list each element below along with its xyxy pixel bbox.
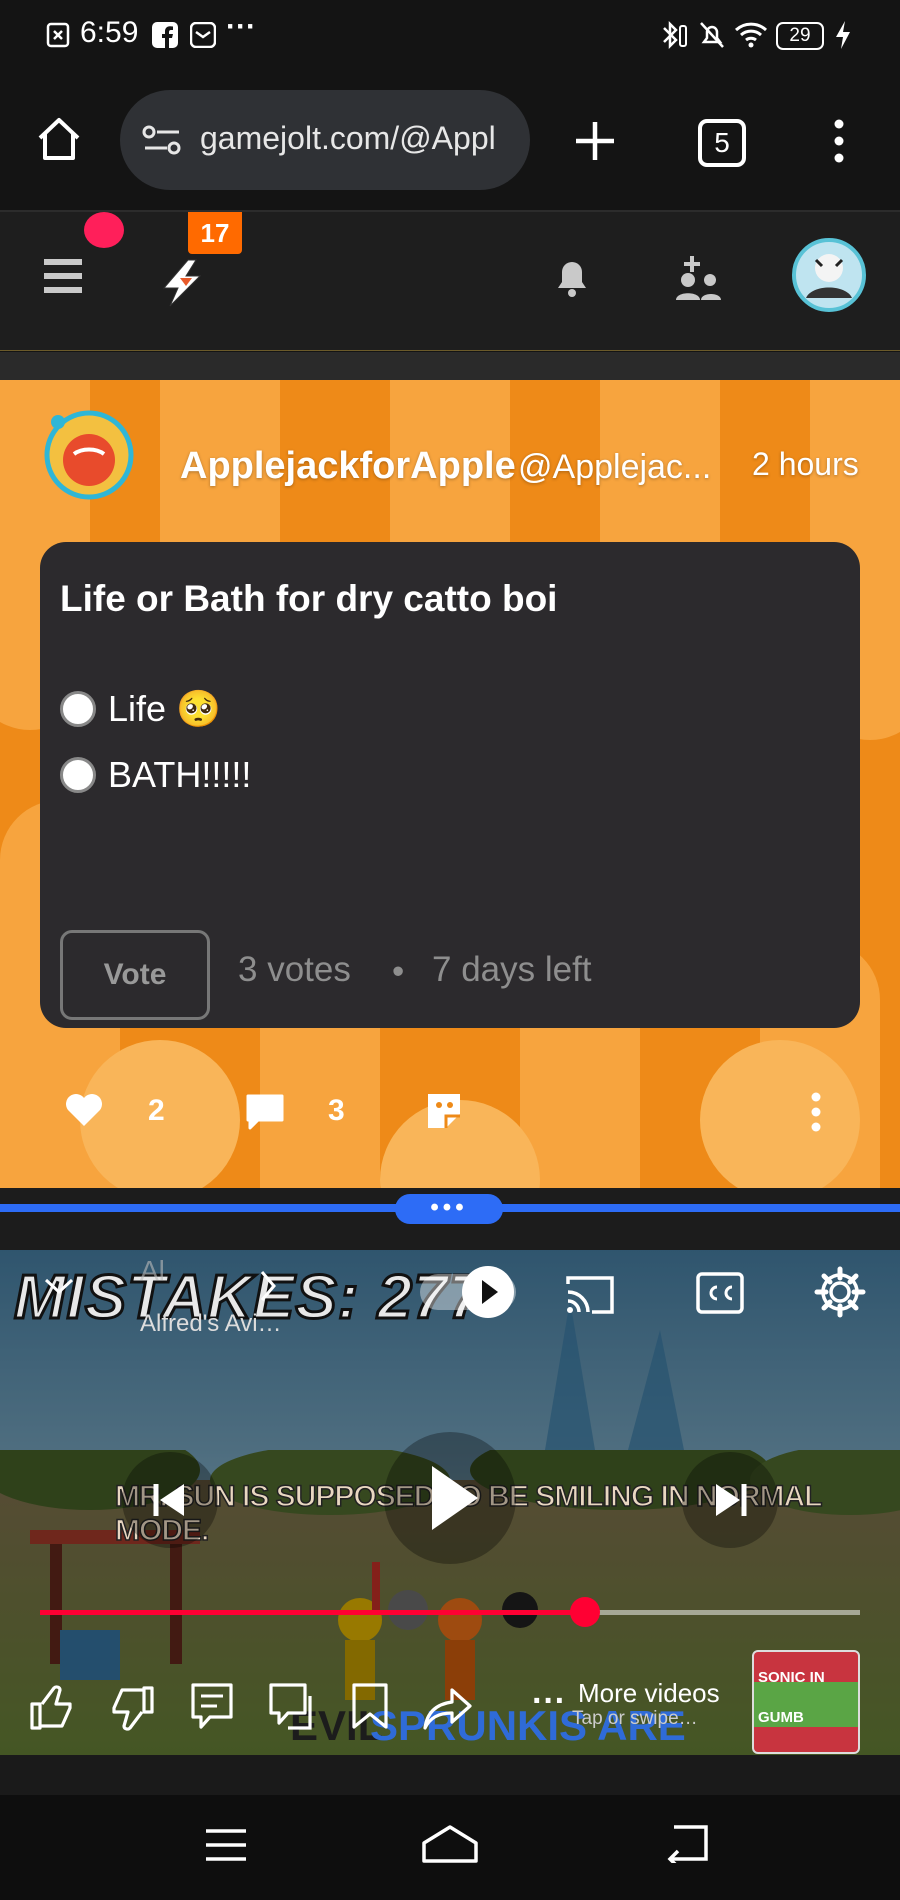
like-thumb-icon[interactable] — [28, 1684, 76, 1732]
site-settings-icon[interactable] — [142, 124, 182, 156]
post-author-handle[interactable]: @Applejac... — [518, 448, 711, 487]
poll-option-bath[interactable]: BATH!!!!! — [60, 754, 251, 796]
home-icon[interactable] — [36, 116, 82, 162]
more-actions-icon[interactable]: ··· — [532, 1682, 566, 1721]
nav-spacer — [0, 352, 900, 380]
radio-button[interactable] — [60, 757, 96, 793]
url-text[interactable]: gamejolt.com/@Appl — [200, 120, 520, 157]
more-videos-label[interactable]: More videos — [578, 1678, 720, 1709]
gamejolt-navbar: 17 — [0, 212, 900, 351]
remix-icon[interactable] — [268, 1682, 316, 1732]
play-icon[interactable] — [382, 1430, 518, 1566]
comments-icon[interactable] — [190, 1682, 234, 1732]
video-player[interactable]: MISTAKES: 277 Al Alfred's Avi… MR. SUN I… — [0, 1250, 900, 1755]
screenshot-icon — [46, 22, 70, 48]
more-videos-thumbnail[interactable]: SONIC IN GUMB — [752, 1650, 860, 1754]
battery-icon: 29 — [776, 22, 824, 50]
system-home-icon[interactable] — [420, 1823, 480, 1865]
poll-title: Life or Bath for dry catto boi — [60, 578, 558, 619]
poll-option-label: BATH!!!!! — [108, 754, 252, 795]
share-icon[interactable] — [422, 1686, 474, 1730]
video-title-partial: Al — [140, 1255, 165, 1286]
browser-menu-icon[interactable] — [832, 118, 846, 164]
like-heart-icon[interactable] — [64, 1092, 104, 1128]
tab-switcher-button[interactable]: 5 — [698, 119, 746, 167]
poll-option-label: Life 🥺 — [108, 688, 221, 729]
friend-requests-icon[interactable] — [674, 256, 722, 300]
cast-icon[interactable] — [564, 1274, 616, 1316]
poll-card: Life or Bath for dry catto boi Life 🥺 BA… — [40, 542, 860, 1028]
browser-toolbar: gamejolt.com/@Appl 5 — [0, 72, 900, 212]
more-videos-hint: Tap or swipe… — [572, 1708, 698, 1729]
status-time: 6:59 — [80, 16, 139, 49]
poll-option-life[interactable]: Life 🥺 — [60, 688, 221, 730]
video-progress-bar[interactable] — [40, 1597, 860, 1627]
save-bookmark-icon[interactable] — [350, 1682, 390, 1730]
hamburger-menu-icon[interactable] — [44, 258, 82, 294]
user-avatar[interactable] — [792, 238, 866, 312]
mail-app-icon — [190, 22, 216, 48]
charging-icon — [836, 21, 850, 49]
system-back-icon[interactable] — [664, 1823, 710, 1863]
next-chevron-icon[interactable] — [258, 1270, 278, 1302]
comment-icon[interactable] — [244, 1092, 286, 1132]
thumbnail-text: SONIC IN GUMB — [758, 1669, 825, 1726]
status-bar: 6:59 ··· 29 — [0, 0, 900, 72]
post-timestamp[interactable]: 2 hours — [752, 446, 859, 483]
post-author-avatar[interactable] — [44, 410, 134, 500]
split-screen-divider[interactable]: ••• — [0, 1188, 900, 1250]
system-navigation-bar — [0, 1795, 900, 1900]
activity-count-badge: 17 — [188, 212, 242, 254]
minimize-chevron-icon[interactable] — [44, 1276, 74, 1296]
new-tab-icon[interactable] — [574, 120, 616, 162]
facebook-icon — [152, 22, 178, 48]
address-bar[interactable]: gamejolt.com/@Appl — [120, 90, 530, 190]
vote-button[interactable]: Vote — [60, 930, 210, 1020]
recent-apps-icon[interactable] — [204, 1827, 248, 1863]
gamejolt-logo-icon[interactable] — [158, 258, 206, 308]
bottom-spacer — [0, 1755, 900, 1795]
divider-handle[interactable]: ••• — [395, 1194, 503, 1224]
next-video-icon[interactable] — [680, 1450, 780, 1550]
vote-count: 3 votes — [238, 950, 351, 989]
post-card: ApplejackforApple @Applejac... 2 hours L… — [0, 380, 900, 1190]
settings-gear-icon[interactable] — [814, 1266, 866, 1318]
video-channel-name[interactable]: Alfred's Avi… — [140, 1310, 282, 1338]
separator-dot: • — [392, 952, 405, 991]
sticker-icon[interactable] — [424, 1090, 464, 1132]
video-progress-fill — [40, 1610, 586, 1615]
bluetooth-battery-icon — [663, 20, 687, 50]
poll-time-left: 7 days left — [432, 950, 592, 989]
comment-count[interactable]: 3 — [328, 1094, 345, 1128]
notifications-bell-icon[interactable] — [554, 256, 590, 300]
like-count[interactable]: 2 — [148, 1094, 165, 1128]
radio-button[interactable] — [60, 691, 96, 727]
notification-dot — [84, 212, 124, 248]
autoplay-play-icon[interactable] — [460, 1264, 516, 1320]
mute-bell-icon — [700, 22, 724, 48]
more-notifications-icon: ··· — [226, 10, 256, 43]
post-options-icon[interactable] — [810, 1092, 822, 1132]
post-author-name[interactable]: ApplejackforApple — [180, 445, 516, 488]
autoplay-toggle[interactable] — [420, 1266, 516, 1318]
dislike-thumb-icon[interactable] — [108, 1684, 156, 1732]
previous-video-icon[interactable] — [120, 1450, 220, 1550]
captions-icon[interactable] — [696, 1272, 744, 1314]
wifi-icon — [734, 22, 768, 48]
